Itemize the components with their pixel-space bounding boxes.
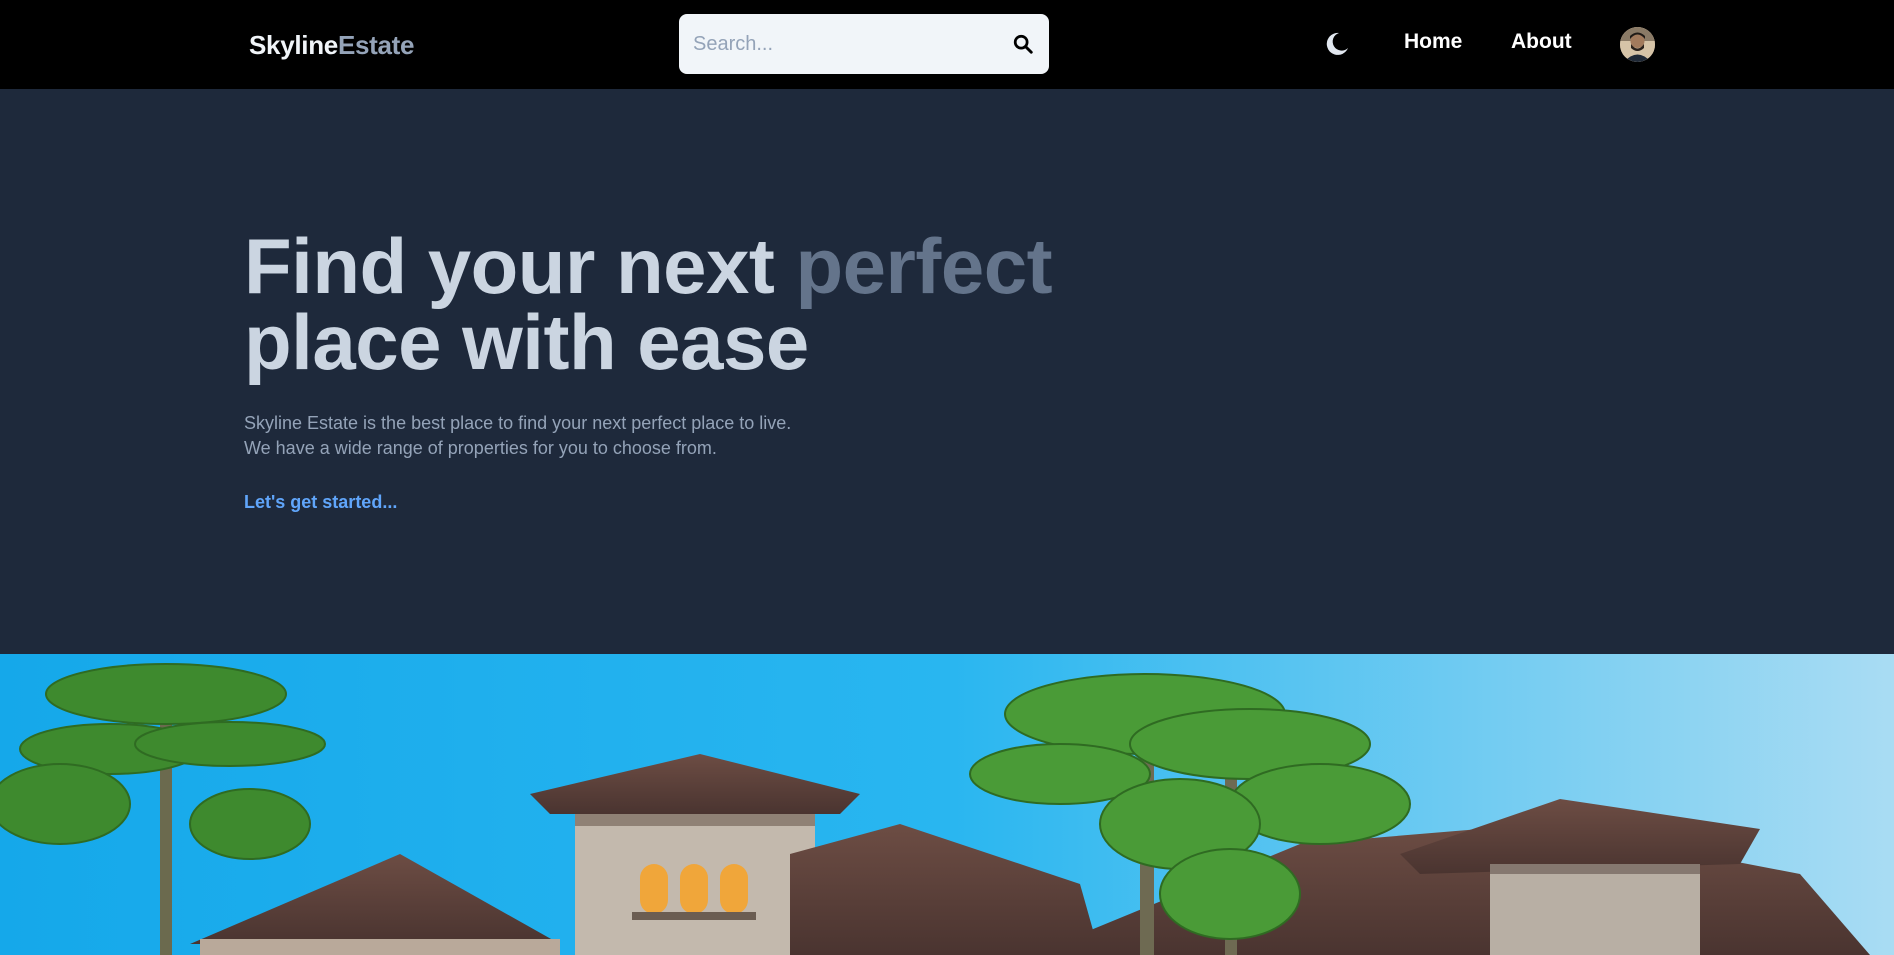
hero-title: Find your next perfect place with ease bbox=[244, 227, 1144, 381]
nav-about-link[interactable]: About bbox=[1511, 30, 1572, 54]
brand-logo[interactable]: SkylineEstate bbox=[249, 30, 415, 61]
theme-toggle-button[interactable] bbox=[1322, 29, 1352, 59]
hero-description-line2: We have a wide range of properties for y… bbox=[244, 438, 717, 458]
brand-logo-secondary: Estate bbox=[337, 30, 415, 60]
hero-title-part2: place with ease bbox=[244, 298, 809, 386]
hero-banner-image bbox=[0, 654, 1894, 955]
user-avatar-image bbox=[1620, 27, 1655, 62]
hero-description: Skyline Estate is the best place to find… bbox=[244, 411, 791, 461]
hero-title-accent: perfect bbox=[795, 222, 1053, 310]
hero-title-part1: Find your next bbox=[244, 222, 796, 310]
get-started-link[interactable]: Let's get started... bbox=[244, 492, 397, 513]
hero-description-line1: Skyline Estate is the best place to find… bbox=[244, 413, 792, 433]
search-input[interactable] bbox=[693, 14, 993, 74]
brand-logo-primary: Skyline bbox=[249, 30, 338, 60]
search-form bbox=[679, 14, 1049, 74]
search-icon bbox=[1013, 34, 1033, 54]
search-button[interactable] bbox=[1007, 28, 1039, 60]
moon-icon bbox=[1326, 32, 1348, 55]
user-avatar[interactable] bbox=[1620, 27, 1655, 62]
nav-home-link[interactable]: Home bbox=[1404, 30, 1462, 54]
top-navbar: SkylineEstate Home About bbox=[0, 0, 1894, 89]
